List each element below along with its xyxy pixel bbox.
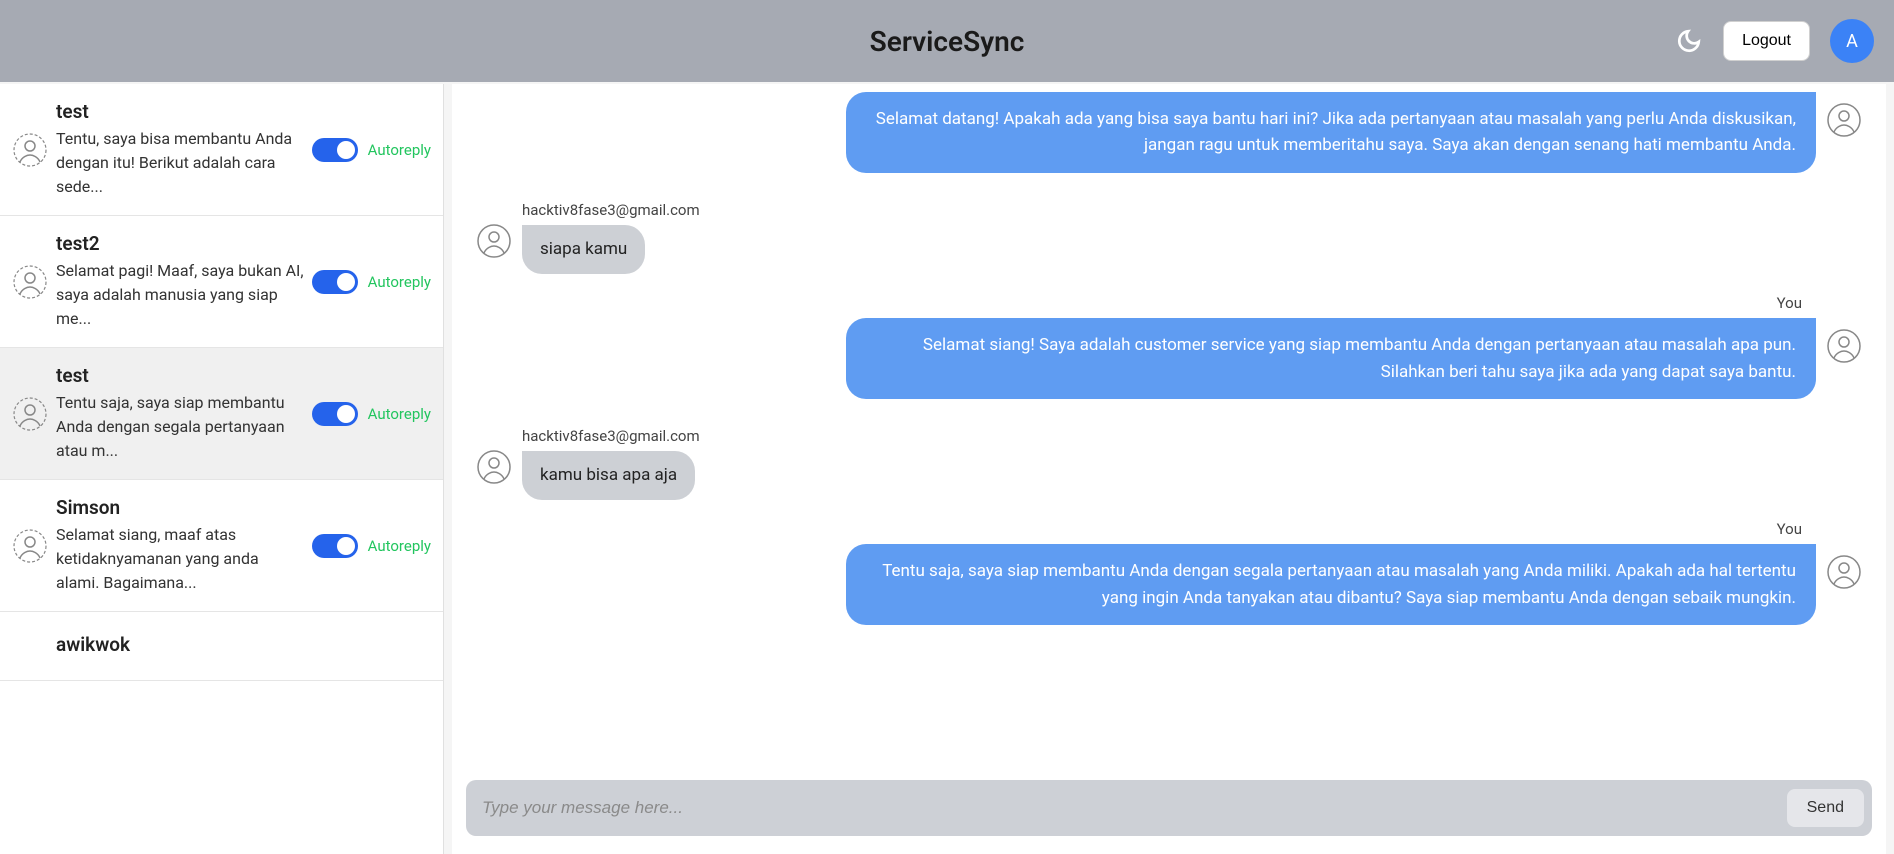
message-incoming: hacktiv8fase3@gmail.com siapa kamu — [476, 201, 1862, 275]
conversation-item[interactable]: awikwok — [0, 612, 443, 681]
autoreply-label: Autoreply — [368, 141, 431, 159]
conversation-preview: Tentu saja, saya siap membantu Anda deng… — [56, 391, 304, 463]
conversation-preview: Tentu, saya bisa membantu Anda dengan it… — [56, 127, 304, 199]
conversation-item[interactable]: Simson Selamat siang, maaf atas ketidakn… — [0, 480, 443, 612]
user-icon — [12, 628, 48, 664]
user-icon — [476, 223, 512, 259]
logout-button[interactable]: Logout — [1723, 21, 1810, 61]
user-icon — [12, 132, 48, 168]
chat-panel: Selamat datang! Apakah ada yang bisa say… — [452, 84, 1886, 854]
avatar[interactable]: A — [1830, 19, 1874, 63]
conversation-name: Simson — [56, 496, 304, 519]
user-icon — [12, 528, 48, 564]
message-outgoing: Tentu saja, saya siap membantu Anda deng… — [476, 544, 1862, 625]
user-icon — [12, 264, 48, 300]
user-icon — [1826, 102, 1862, 138]
user-icon — [1826, 328, 1862, 364]
app-header: ServiceSync Logout A — [0, 0, 1894, 82]
user-icon — [476, 449, 512, 485]
conversation-preview: Selamat siang, maaf atas ketidaknyamanan… — [56, 523, 304, 595]
autoreply-label: Autoreply — [368, 537, 431, 555]
conversation-item[interactable]: test Tentu, saya bisa membantu Anda deng… — [0, 84, 443, 216]
message-sender: hacktiv8fase3@gmail.com — [522, 427, 700, 445]
conversation-preview: Selamat pagi! Maaf, saya bukan AI, saya … — [56, 259, 304, 331]
message-composer: Send — [466, 780, 1872, 836]
message-sender: You — [476, 520, 1802, 538]
send-button[interactable]: Send — [1787, 789, 1864, 827]
message-bubble: Tentu saja, saya siap membantu Anda deng… — [846, 544, 1816, 625]
conversation-name: test — [56, 100, 304, 123]
conversation-name: test — [56, 364, 304, 387]
message-input[interactable] — [474, 788, 1779, 828]
message-incoming: hacktiv8fase3@gmail.com kamu bisa apa aj… — [476, 427, 1862, 501]
autoreply-toggle[interactable] — [312, 534, 358, 558]
conversation-item[interactable]: test2 Selamat pagi! Maaf, saya bukan AI,… — [0, 216, 443, 348]
autoreply-label: Autoreply — [368, 405, 431, 423]
message-outgoing: Selamat siang! Saya adalah customer serv… — [476, 318, 1862, 399]
message-sender: hacktiv8fase3@gmail.com — [522, 201, 700, 219]
autoreply-label: Autoreply — [368, 273, 431, 291]
message-bubble: Selamat siang! Saya adalah customer serv… — [846, 318, 1816, 399]
conversation-sidebar: test Tentu, saya bisa membantu Anda deng… — [0, 84, 444, 854]
theme-toggle-moon-icon[interactable] — [1675, 27, 1703, 55]
conversation-name: test2 — [56, 232, 304, 255]
conversation-name: awikwok — [56, 633, 431, 656]
user-icon — [1826, 554, 1862, 590]
conversation-item[interactable]: test Tentu saja, saya siap membantu Anda… — [0, 348, 443, 480]
app-title: ServiceSync — [870, 25, 1025, 58]
message-bubble: kamu bisa apa aja — [522, 451, 695, 501]
message-sender: You — [476, 294, 1802, 312]
message-bubble: Selamat datang! Apakah ada yang bisa say… — [846, 92, 1816, 173]
message-bubble: siapa kamu — [522, 225, 645, 275]
autoreply-toggle[interactable] — [312, 402, 358, 426]
message-list: Selamat datang! Apakah ada yang bisa say… — [452, 84, 1886, 780]
autoreply-toggle[interactable] — [312, 270, 358, 294]
user-icon — [12, 396, 48, 432]
message-outgoing: Selamat datang! Apakah ada yang bisa say… — [476, 92, 1862, 173]
autoreply-toggle[interactable] — [312, 138, 358, 162]
